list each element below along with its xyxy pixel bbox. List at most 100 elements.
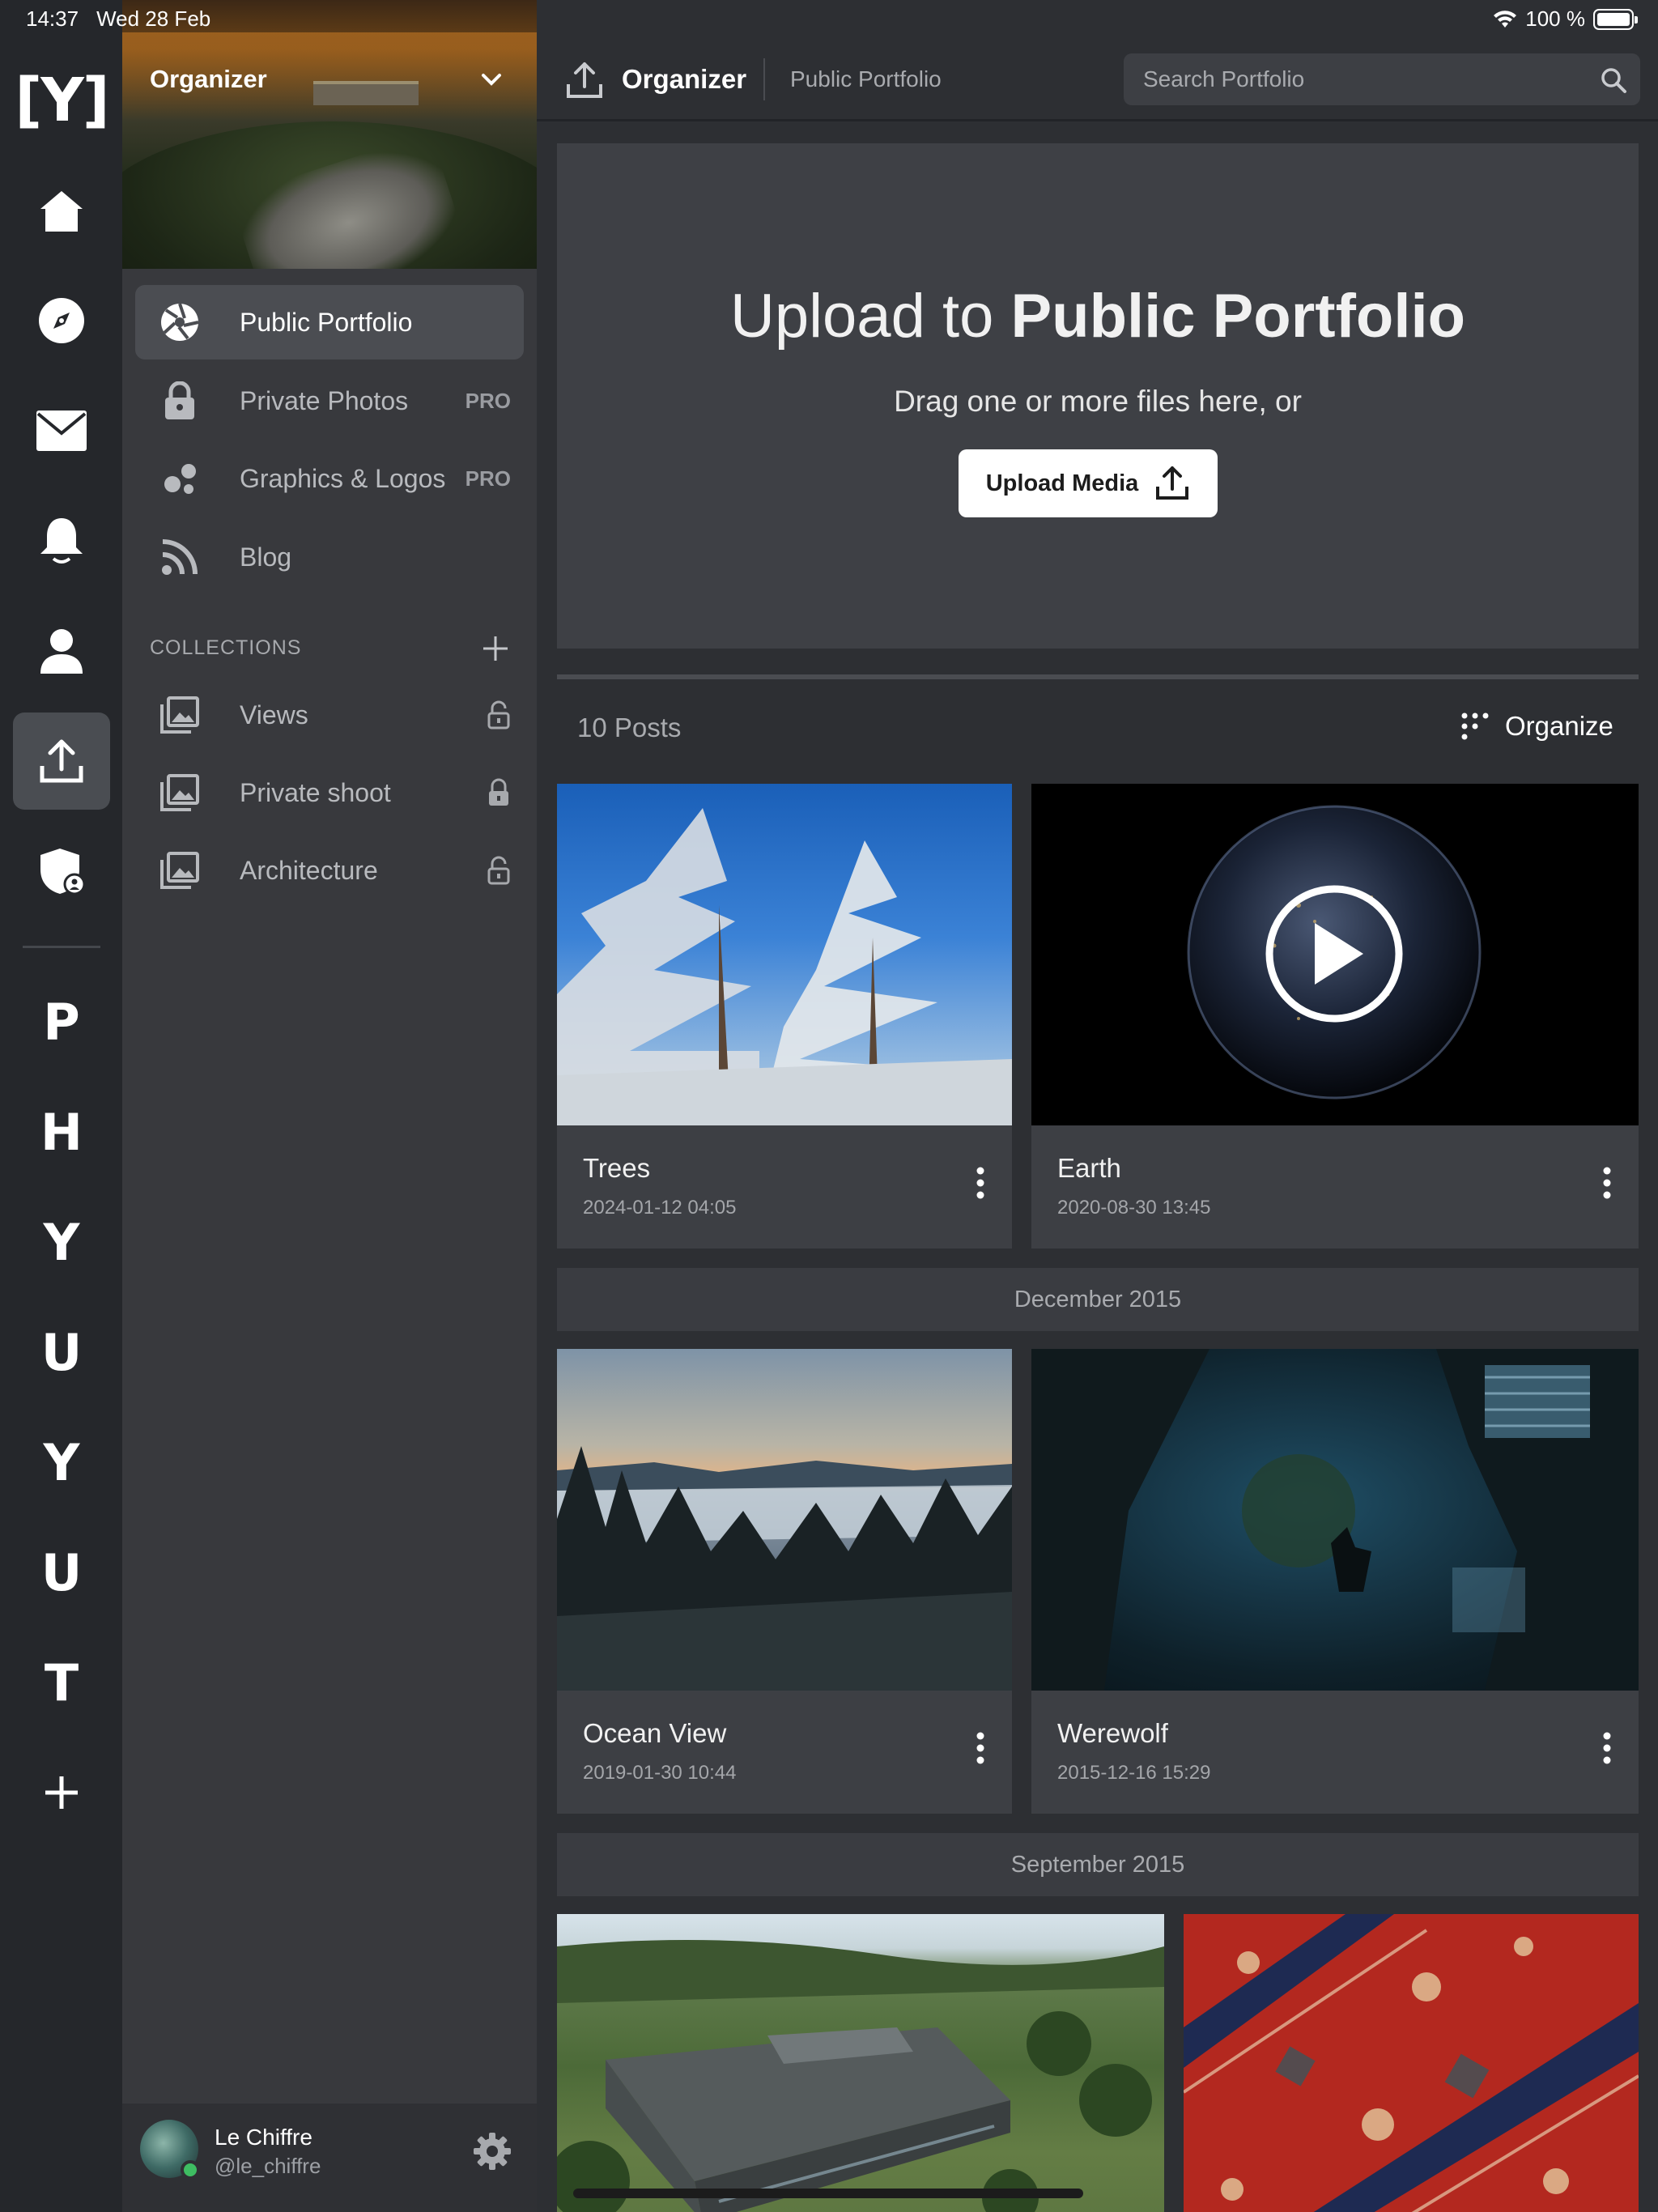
sidebar-item-label: Public Portfolio <box>240 307 413 337</box>
rail-letter: H <box>40 1102 83 1162</box>
werewolf-image <box>1031 1349 1639 1691</box>
status-date: Wed 28 Feb <box>96 6 211 31</box>
rail-site-u2[interactable]: U <box>13 1524 110 1621</box>
upload-title-prefix: Upload to <box>730 282 1011 351</box>
home-icon <box>40 191 83 232</box>
breadcrumb[interactable]: Public Portfolio <box>790 66 942 92</box>
privacy-button[interactable] <box>13 823 110 920</box>
post-card-trees[interactable]: Trees 2024-01-12 04:05 <box>557 784 1012 1249</box>
more-vertical-icon[interactable] <box>975 1164 986 1202</box>
posts-count: 10 Posts <box>577 713 682 742</box>
user-name: Le Chiffre <box>215 2125 312 2150</box>
home-button[interactable] <box>13 162 110 259</box>
post-card-carpet[interactable] <box>1184 1914 1639 2212</box>
rail-site-h[interactable]: H <box>13 1083 110 1180</box>
drag-grid-icon <box>1461 713 1489 740</box>
rail-site-y[interactable]: Y <box>13 1193 110 1291</box>
unlock-icon <box>487 856 510 885</box>
status-indicators: 100 % <box>1493 6 1638 32</box>
sidebar-item-public-portfolio[interactable]: Public Portfolio <box>135 285 524 359</box>
trees-image <box>557 808 1012 1125</box>
post-thumbnail[interactable] <box>1184 1914 1639 2212</box>
user-handle: @le_chiffre <box>215 2154 321 2178</box>
post-thumbnail[interactable] <box>557 1914 1164 2212</box>
collection-item-private-shoot[interactable]: Private shoot <box>135 755 524 830</box>
ocean-view-image <box>557 1446 1012 1691</box>
chevron-down-icon[interactable] <box>478 66 504 92</box>
rail-letter: P <box>43 992 80 1052</box>
search-box[interactable] <box>1124 53 1640 105</box>
post-date: 2019-01-30 10:44 <box>583 1762 737 1784</box>
status-time: 14:37 Wed 28 Feb <box>26 6 210 32</box>
more-vertical-icon[interactable] <box>1601 1164 1613 1202</box>
earth-image <box>1187 805 1482 1100</box>
sidebar-item-label: Private Photos <box>240 385 409 415</box>
sidebar-item-graphics-logos[interactable]: Graphics & Logos PRO <box>135 441 524 516</box>
status-clock: 14:37 <box>26 6 79 31</box>
upload-instructions: Drag one or more files here, or <box>894 385 1302 418</box>
add-collection-icon[interactable] <box>482 635 509 662</box>
gallery-icon <box>159 772 200 813</box>
post-date: 2015-12-16 15:29 <box>1057 1762 1211 1784</box>
more-vertical-icon[interactable] <box>975 1729 986 1767</box>
explore-button[interactable] <box>13 272 110 369</box>
date-separator: September 2015 <box>557 1833 1639 1896</box>
user-footer[interactable]: Le Chiffre @le_chiffre <box>122 2104 537 2212</box>
rail-site-t[interactable]: T <box>13 1634 110 1731</box>
upload-media-button[interactable]: Upload Media <box>959 449 1218 517</box>
post-card-ocean-view[interactable]: Ocean View 2019-01-30 10:44 <box>557 1349 1012 1814</box>
post-title: Trees <box>583 1153 651 1183</box>
messages-button[interactable] <box>13 382 110 479</box>
organizer-title: Organizer <box>150 65 267 93</box>
compass-icon <box>39 298 84 343</box>
more-vertical-icon[interactable] <box>1601 1729 1613 1767</box>
icon-rail: [Y] P H Y U Y U T <box>0 0 122 2212</box>
post-card-architecture[interactable] <box>557 1914 1164 2212</box>
sidebar-item-private-photos[interactable]: Private Photos PRO <box>135 364 524 438</box>
upload-nav-button[interactable] <box>13 713 110 810</box>
rail-letter: U <box>40 1322 83 1382</box>
rail-letter: T <box>44 1653 79 1712</box>
wifi-icon <box>1494 10 1517 28</box>
profile-button[interactable] <box>13 602 110 700</box>
rail-site-p[interactable]: P <box>13 973 110 1070</box>
rail-site-y2[interactable]: Y <box>13 1414 110 1511</box>
post-thumbnail[interactable] <box>1031 784 1639 1125</box>
battery-percent: 100 % <box>1525 6 1585 31</box>
rss-icon <box>159 537 200 577</box>
carpet-image <box>1184 1914 1639 2212</box>
upload-dropzone[interactable]: Upload to Public Portfolio Drag one or m… <box>557 143 1639 649</box>
mail-icon <box>36 410 87 451</box>
post-title: Earth <box>1057 1153 1121 1183</box>
collections-heading: COLLECTIONS <box>150 636 302 659</box>
post-thumbnail[interactable] <box>557 1349 1012 1691</box>
page-title: Organizer <box>622 64 747 94</box>
collection-item-architecture[interactable]: Architecture <box>135 833 524 908</box>
sidebar-item-blog[interactable]: Blog <box>135 520 524 594</box>
post-card-earth[interactable]: Earth 2020-08-30 13:45 <box>1031 784 1639 1249</box>
sidebar-item-label: Graphics & Logos <box>240 463 446 493</box>
bell-icon <box>40 518 83 564</box>
gear-icon[interactable] <box>472 2131 512 2172</box>
upload-icon <box>567 62 602 98</box>
search-icon[interactable] <box>1600 66 1627 94</box>
home-indicator[interactable] <box>573 2189 1083 2198</box>
organize-button[interactable]: Organize <box>1460 706 1613 747</box>
rail-site-u[interactable]: U <box>13 1304 110 1401</box>
organizer-header[interactable]: Organizer <box>122 0 537 269</box>
post-thumbnail[interactable] <box>557 784 1012 1125</box>
rail-divider <box>23 946 100 948</box>
avatar[interactable] <box>140 2120 200 2180</box>
collection-item-views[interactable]: Views <box>135 678 524 752</box>
notifications-button[interactable] <box>13 492 110 589</box>
rail-letter: U <box>40 1542 83 1602</box>
add-site-button[interactable] <box>13 1744 110 1841</box>
post-thumbnail[interactable] <box>1031 1349 1639 1691</box>
organize-label: Organize <box>1505 711 1613 741</box>
shapes-icon <box>159 458 200 499</box>
app-logo[interactable]: [Y] <box>13 52 110 149</box>
architecture-image <box>557 1940 1164 2212</box>
upload-media-label: Upload Media <box>985 470 1139 496</box>
search-input[interactable] <box>1143 53 1596 105</box>
post-card-werewolf[interactable]: Werewolf 2015-12-16 15:29 <box>1031 1349 1639 1814</box>
